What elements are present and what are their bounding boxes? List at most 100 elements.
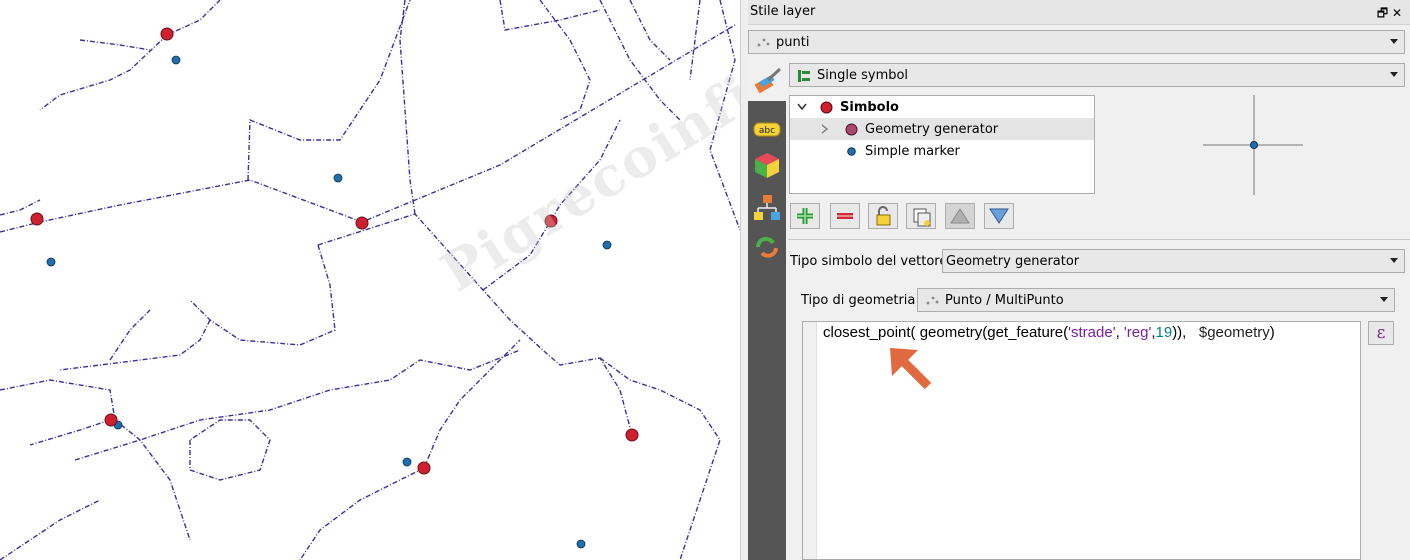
road-line [423,339,521,469]
road-line [299,467,425,560]
symbol-type-value: Geometry generator [946,254,1080,269]
road-line [709,0,740,231]
3d-view-icon[interactable] [752,150,782,180]
panel-titlebar: Stile layer 🗗 ✕ [748,0,1410,25]
chevron-down-icon [1390,39,1398,44]
panel-title: Stile layer [750,4,816,19]
code-close: )), [1172,324,1199,341]
chevron-down-icon [1380,297,1388,302]
road-line [0,24,736,233]
red-point [544,214,558,228]
tree-row-simbolo[interactable]: Simbolo [790,96,1094,118]
road-line [599,357,721,560]
tree-label-simple-marker: Simple marker [865,144,960,159]
add-symbol-layer-button[interactable] [790,203,820,229]
annotation-arrow-icon [890,348,932,390]
style-sidebar: abc [748,101,786,560]
geometry-type-combo[interactable]: Punto / MultiPunto [917,288,1395,312]
layer-combo-label: punti [776,35,810,50]
red-marker-icon [820,101,833,114]
road-line [247,0,411,181]
history-icon[interactable] [752,233,782,263]
map-layers [0,0,740,560]
red-point [30,212,44,226]
road-line [629,0,671,61]
tree-label-simbolo: Simbolo [840,100,899,115]
remove-symbol-layer-button[interactable] [830,203,860,229]
single-symbol-icon [797,69,811,87]
lock-icon [876,206,891,226]
duplicate-icon [913,208,931,227]
expression-editor[interactable]: closest_point( geometry(get_feature('str… [802,321,1361,560]
red-point [625,428,639,442]
divider [788,239,1410,240]
chevron-down-icon[interactable] [797,103,807,111]
symbol-tree: Simbolo Geometry generator Simple marker [789,95,1095,194]
editor-gutter [803,322,817,559]
expression-builder-button[interactable]: ε [1368,321,1394,345]
geometry-type-label: Tipo di geometria [801,293,916,308]
tree-label-geometry-generator: Geometry generator [865,122,999,137]
red-points-layer [30,27,639,475]
chevron-down-icon [1390,258,1398,263]
renderer-combo-label: Single symbol [817,68,909,83]
road-line [599,0,681,121]
triangle-down-icon [989,208,1009,224]
red-point [417,461,431,475]
road-line [166,0,221,36]
window-buttons[interactable]: 🗗 ✕ [1377,4,1402,25]
chevron-right-icon[interactable] [821,124,829,134]
triangle-up-icon [950,208,970,224]
road-line [189,244,336,346]
road-line [74,349,521,461]
road-line [39,34,168,111]
expression-code: closest_point( geometry(get_feature('str… [823,324,1275,341]
road-line [482,119,621,291]
red-point [355,216,369,230]
road-line [29,419,111,446]
road-line [79,39,151,51]
duplicate-layer-button[interactable] [906,203,936,229]
lock-layer-button[interactable] [868,203,898,229]
code-sep: , [1115,324,1124,341]
blue-point [171,55,181,65]
road-line [499,0,601,31]
road-line [189,419,271,481]
tree-row-simple-marker[interactable]: Simple marker [790,140,1094,162]
plus-icon [797,208,813,224]
road-line [109,309,151,361]
symbol-preview [1203,95,1303,195]
blue-point [402,457,412,467]
diagrams-icon[interactable] [752,193,782,223]
code-end: ) [1269,324,1275,341]
red-point [160,27,174,41]
renderer-combo[interactable]: Single symbol [789,63,1405,87]
geometry-type-value: Punto / MultiPunto [945,293,1064,308]
road-line [0,499,101,560]
code-number: 19 [1155,324,1173,341]
point-geometry-icon [925,294,939,310]
labels-icon[interactable]: abc [752,115,782,145]
symbol-type-combo[interactable]: Geometry generator [942,249,1405,273]
blue-point [333,173,343,183]
road-line [539,0,591,121]
roads-layer [0,0,740,560]
move-down-button[interactable] [984,203,1014,229]
road-line [59,319,211,371]
road-line [689,0,701,81]
svg-text:abc: abc [759,126,775,136]
map-canvas[interactable]: Pigrecoinfinito [0,0,875,560]
move-up-button[interactable] [945,203,975,229]
code-string: 'strade' [1068,324,1116,341]
chevron-down-icon [1390,72,1398,77]
code-function: closest_point( geometry(get_feature( [823,324,1069,341]
road-line [0,199,41,216]
tree-row-geometry-generator[interactable]: Geometry generator [790,118,1094,140]
red-point [104,413,118,427]
minus-icon [837,213,853,219]
road-line [317,213,633,436]
blue-marker-icon [847,147,856,156]
layer-styling-panel: Stile layer 🗗 ✕ punti Single symbol abc [748,0,1410,560]
layer-combo[interactable]: punti [748,30,1405,54]
blue-point [602,240,612,250]
